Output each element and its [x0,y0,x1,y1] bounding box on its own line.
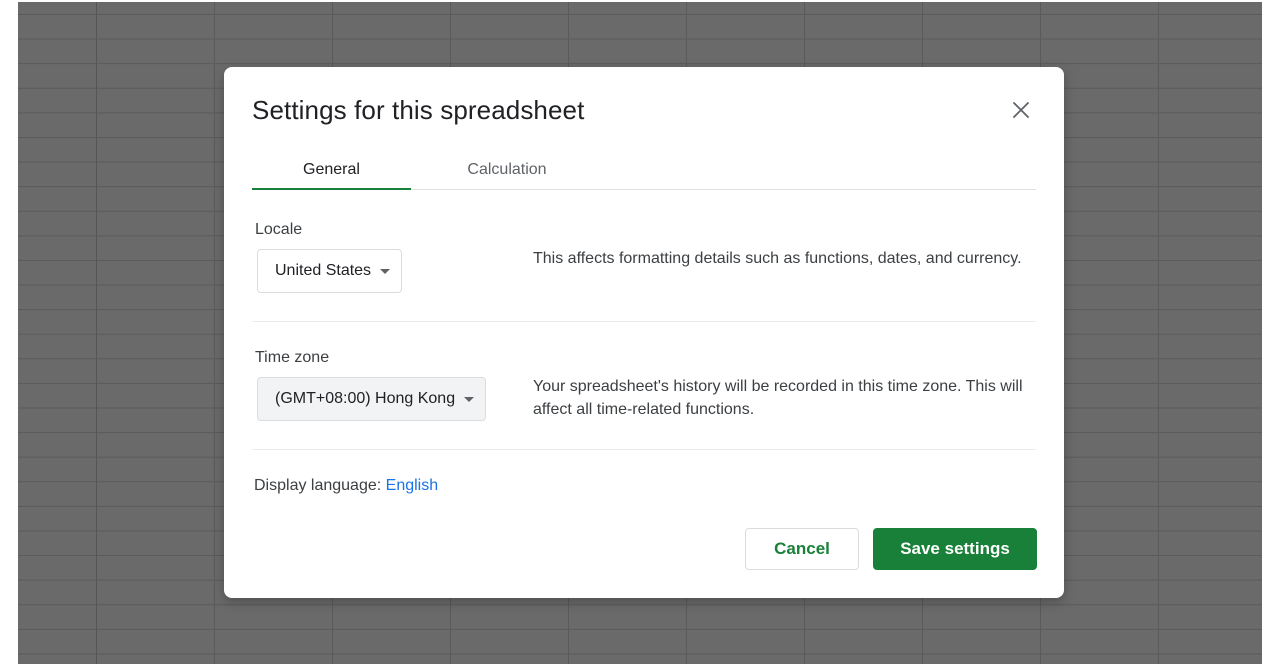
timezone-value: (GMT+08:00) Hong Kong [275,390,456,407]
locale-value: United States [275,262,372,279]
cancel-button[interactable]: Cancel [745,528,859,570]
settings-dialog: Settings for this spreadsheet General Ca… [224,67,1064,598]
timezone-select[interactable]: (GMT+08:00) Hong Kong [257,377,486,421]
display-language: Display language: English [254,477,438,495]
tab-bar: General Calculation [252,151,1036,190]
caret-down-icon [464,397,474,402]
close-button[interactable] [1006,95,1036,125]
save-settings-button[interactable]: Save settings [873,528,1037,570]
locale-label: Locale [255,221,303,238]
display-language-link[interactable]: English [386,477,438,494]
caret-down-icon [380,269,390,274]
timezone-label: Time zone [255,349,330,366]
locale-select[interactable]: United States [257,249,402,293]
tab-calculation[interactable]: Calculation [422,151,592,189]
divider [252,449,1036,450]
tab-general[interactable]: General [252,151,411,190]
close-icon [1013,102,1029,118]
grid-line [96,2,97,664]
divider [252,321,1036,322]
timezone-description: Your spreadsheet's history will be recor… [533,378,1023,418]
display-language-label: Display language: [254,477,382,494]
dialog-title: Settings for this spreadsheet [252,95,585,125]
locale-description: This affects formatting details such as … [533,250,1022,267]
